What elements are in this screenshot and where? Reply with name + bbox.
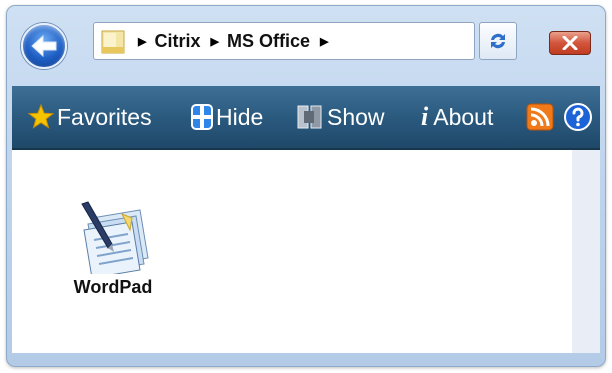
about-label: About [433,103,494,130]
content-area: WordPad [12,150,572,353]
back-button[interactable] [21,23,67,69]
arrow-left-icon [31,34,57,58]
close-button[interactable] [549,31,591,55]
chevron-right-icon[interactable]: ▶ [320,35,328,48]
close-icon [562,36,578,50]
help-icon [564,103,592,131]
hide-label: Hide [216,103,264,130]
breadcrumb: ▶ Citrix ▶ MS Office ▶ [138,23,336,59]
address-bar[interactable]: ▶ Citrix ▶ MS Office ▶ [93,22,475,60]
show-icon [297,105,322,129]
app-label-wordpad: WordPad [73,277,153,297]
chevron-right-icon[interactable]: ▶ [138,35,146,48]
help-button[interactable] [563,86,593,148]
about-button[interactable]: i About [421,86,493,148]
folder-icon [101,30,125,54]
rss-button[interactable] [526,86,554,148]
star-icon [28,104,54,129]
refresh-icon [491,33,505,49]
show-button[interactable]: Show [296,86,385,148]
hide-button[interactable]: Hide [191,86,263,148]
refresh-button[interactable] [479,22,517,60]
hide-icon [191,104,213,130]
toolbar: Favorites Hide Show i About [12,86,600,150]
show-label: Show [327,103,385,130]
app-tile-wordpad[interactable]: WordPad [58,200,168,298]
wordpad-icon [81,201,149,274]
breadcrumb-item-ms-office[interactable]: MS Office [227,31,310,52]
chevron-right-icon[interactable]: ▶ [210,35,218,48]
rss-icon [526,103,554,131]
scrollbar-track[interactable] [572,150,600,353]
info-icon: i [421,102,429,131]
favorites-button[interactable]: Favorites [28,86,152,148]
breadcrumb-item-citrix[interactable]: Citrix [154,31,200,52]
favorites-label: Favorites [57,103,152,130]
